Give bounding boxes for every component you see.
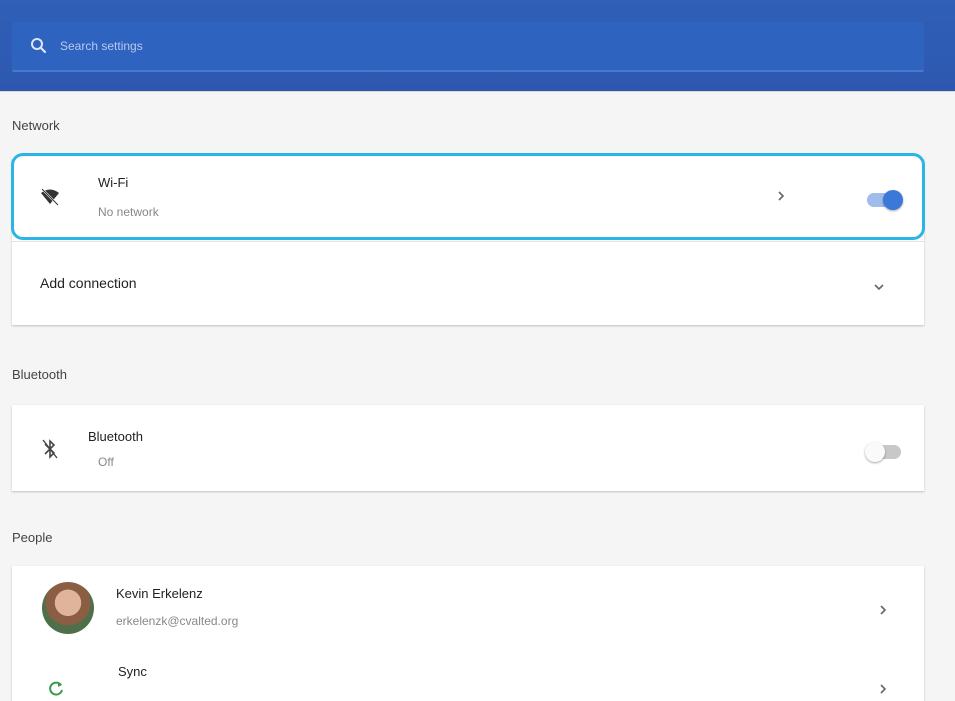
avatar (42, 582, 94, 634)
arrow-right-icon[interactable] (874, 680, 892, 698)
people-card: Kevin Erkelenz erkelenzk@cvalted.org Syn… (12, 566, 924, 701)
search-box[interactable] (12, 22, 924, 72)
sync-label: Sync (118, 664, 147, 679)
wifi-status: No network (98, 205, 159, 219)
add-connection-label: Add connection (40, 275, 137, 291)
sync-row[interactable]: Sync (12, 656, 924, 701)
chevron-down-icon[interactable] (870, 278, 888, 296)
bluetooth-card: Bluetooth Off (12, 405, 924, 491)
account-name: Kevin Erkelenz (116, 586, 203, 601)
arrow-right-icon[interactable] (772, 187, 790, 205)
section-title-people: People (12, 530, 53, 545)
account-row[interactable]: Kevin Erkelenz erkelenzk@cvalted.org (12, 566, 924, 656)
search-icon[interactable] (30, 37, 48, 55)
add-connection-row[interactable]: Add connection (12, 241, 924, 323)
wifi-toggle-knob (883, 190, 903, 210)
wifi-toggle[interactable] (867, 190, 903, 210)
wifi-off-icon (38, 185, 62, 209)
bluetooth-disabled-icon (38, 436, 62, 462)
bluetooth-status: Off (98, 455, 114, 469)
sync-icon (46, 678, 66, 698)
bluetooth-toggle[interactable] (865, 442, 901, 462)
bluetooth-row[interactable]: Bluetooth Off (12, 405, 924, 491)
account-email: erkelenzk@cvalted.org (116, 614, 239, 628)
section-title-network: Network (12, 118, 60, 133)
arrow-right-icon[interactable] (874, 601, 892, 619)
bluetooth-toggle-knob (865, 442, 885, 462)
search-input[interactable] (60, 39, 660, 53)
network-card: Wi-Fi No network Add connection (12, 157, 924, 325)
section-title-bluetooth: Bluetooth (12, 367, 67, 382)
wifi-row[interactable]: Wi-Fi No network (12, 157, 924, 237)
wifi-label: Wi-Fi (98, 175, 129, 190)
bluetooth-label: Bluetooth (88, 429, 143, 444)
header-bar (0, 0, 955, 92)
